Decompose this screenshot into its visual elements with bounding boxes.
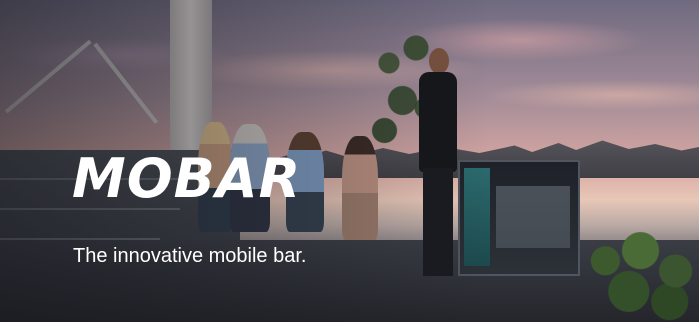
tagline: The innovative mobile bar. bbox=[73, 245, 307, 267]
brand-logo-text: MOBAR bbox=[72, 147, 302, 210]
hero-banner: MOBAR The innovative mobile bar. bbox=[0, 0, 699, 322]
